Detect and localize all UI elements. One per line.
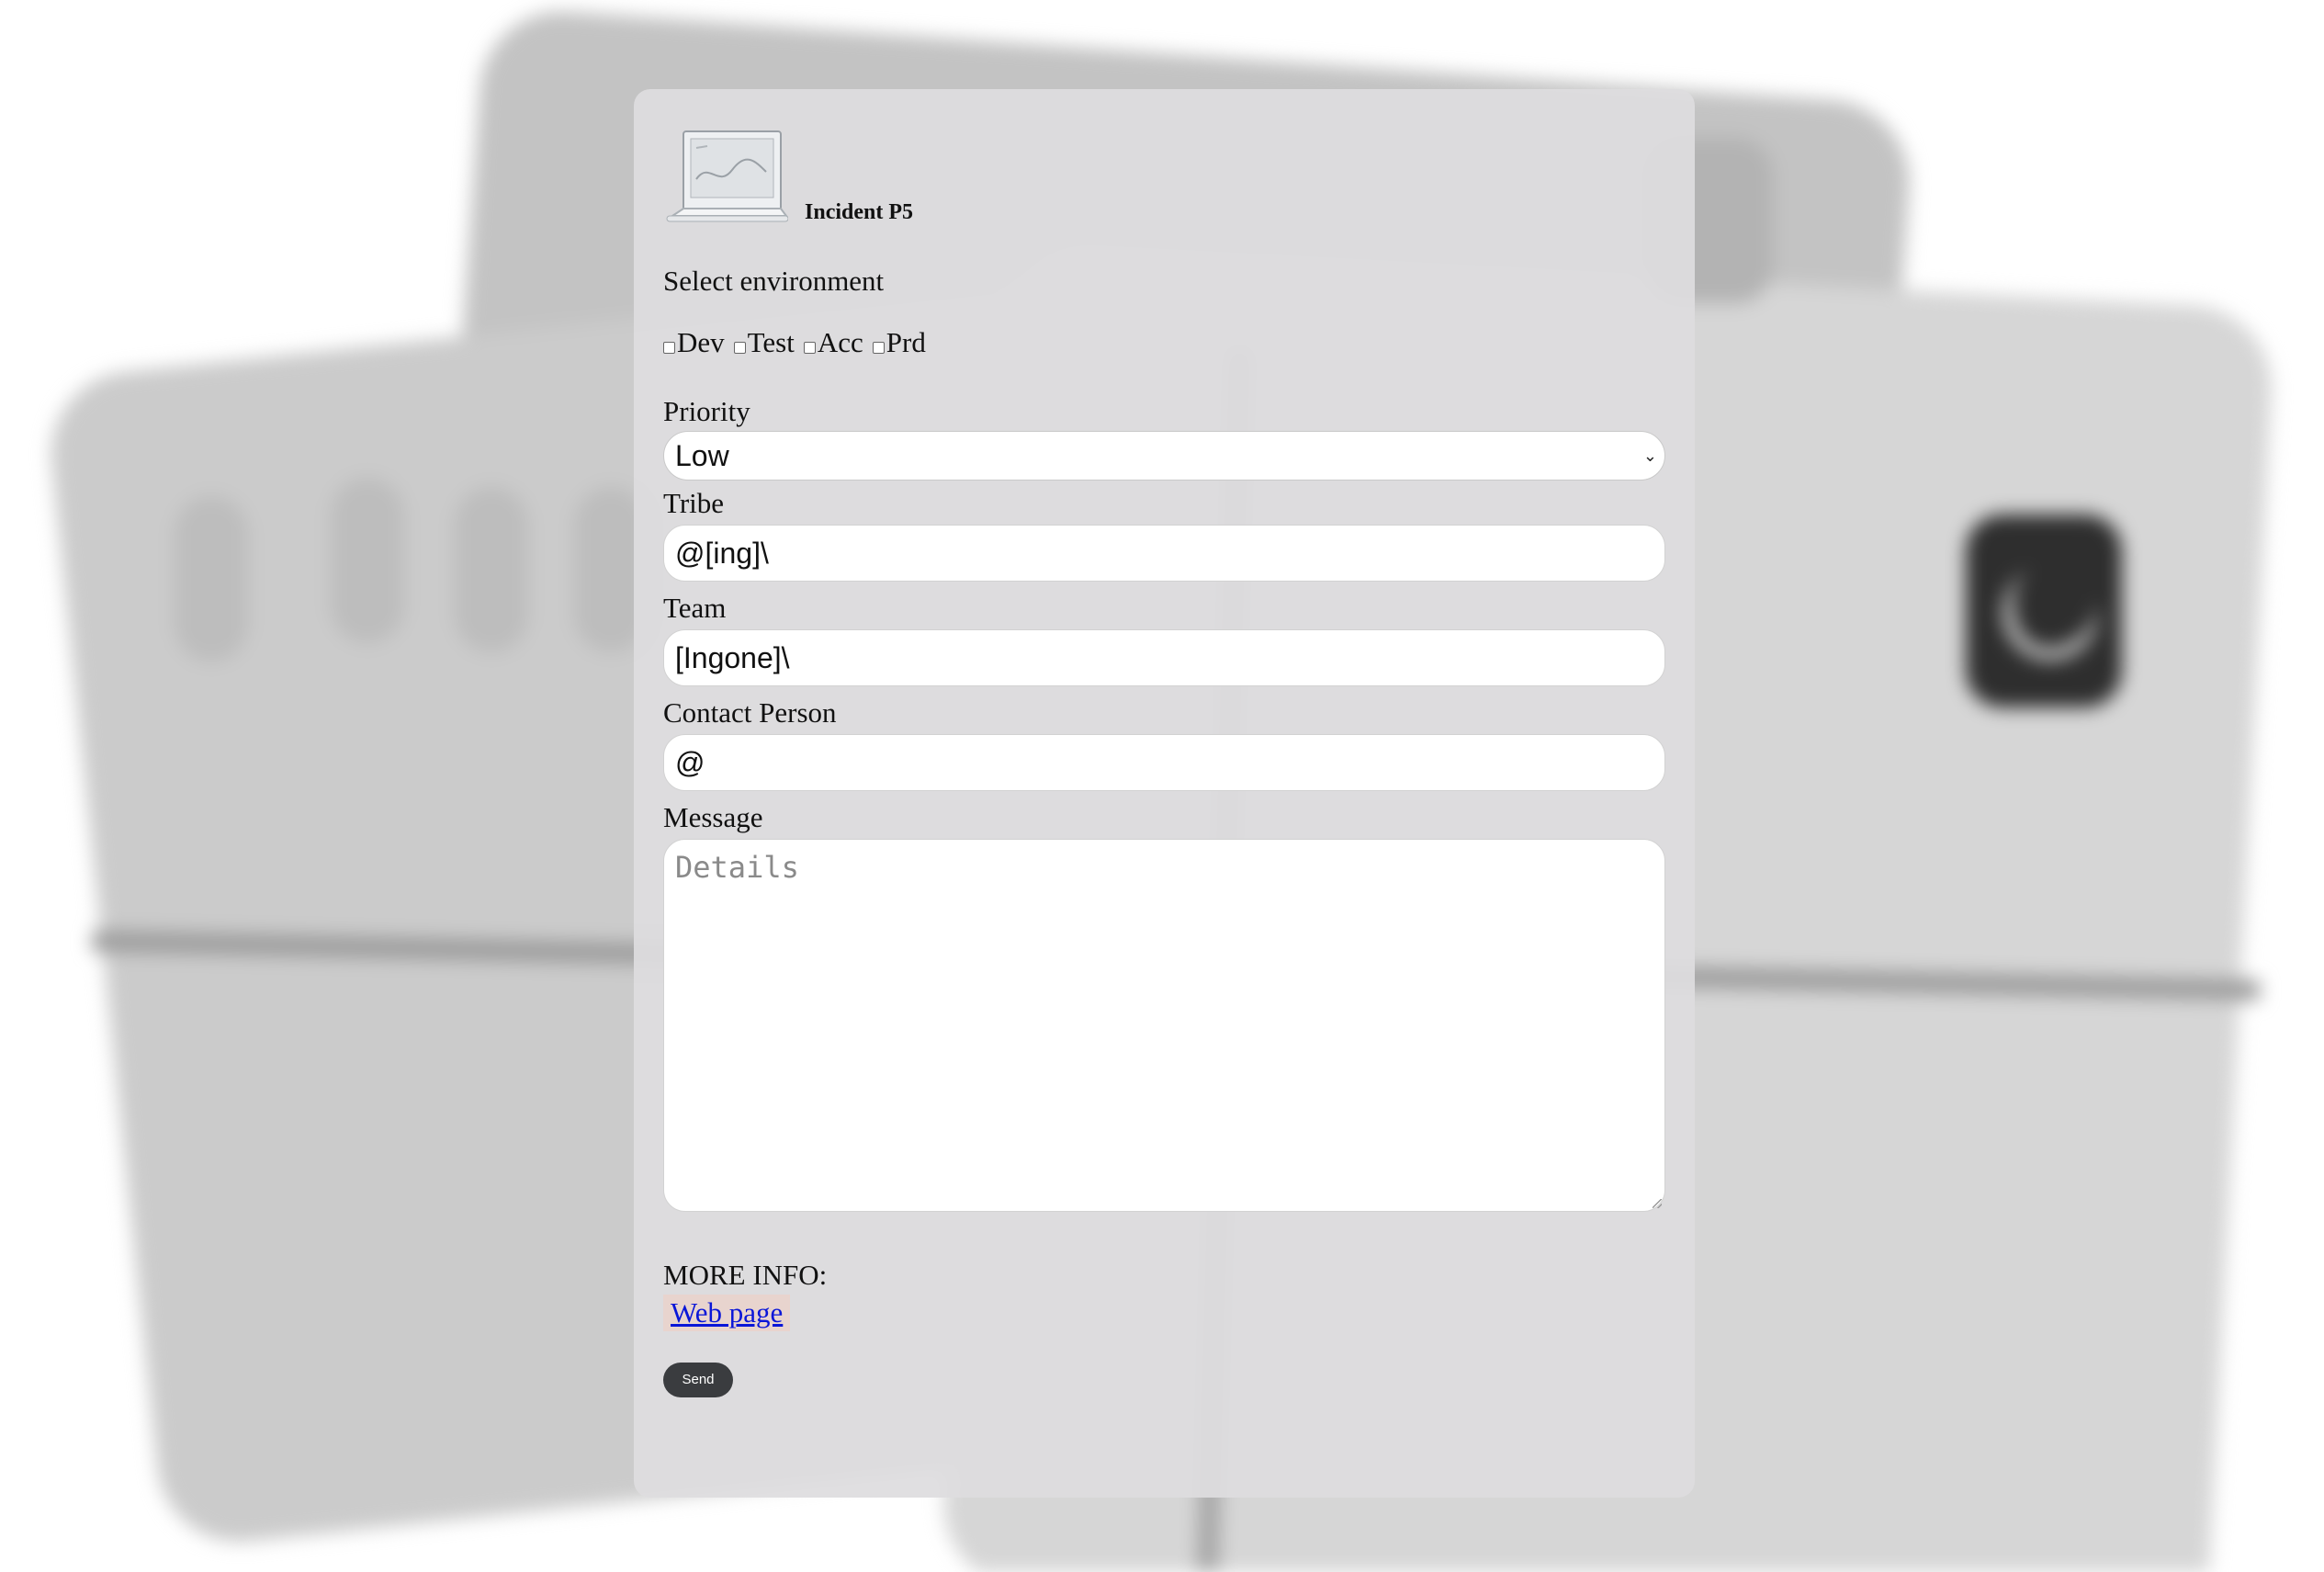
message-textarea[interactable]: Details xyxy=(663,839,1665,1212)
priority-label: Priority xyxy=(663,395,750,427)
more-info-label: MORE INFO: xyxy=(663,1259,828,1291)
contact-person-label: Contact Person xyxy=(663,696,837,729)
background-key xyxy=(175,496,248,662)
message-label: Message xyxy=(663,801,763,833)
checkbox-box[interactable] xyxy=(733,341,746,354)
incident-form-panel: Incident P5 Select environment Dev Test … xyxy=(634,89,1695,1498)
team-input[interactable]: [Ingone]\ xyxy=(663,629,1665,686)
checkbox-prd[interactable]: Prd xyxy=(872,326,926,359)
checkbox-box[interactable] xyxy=(663,341,675,354)
checkbox-acc[interactable]: Acc xyxy=(803,326,863,359)
team-label: Team xyxy=(663,592,727,624)
checkbox-test[interactable]: Test xyxy=(733,326,795,359)
checkbox-label: Dev xyxy=(677,326,725,358)
checkbox-label: Prd xyxy=(886,326,926,358)
form-header: Incident P5 xyxy=(663,124,1665,227)
page-title: Incident P5 xyxy=(805,200,914,224)
checkbox-box[interactable] xyxy=(872,341,885,354)
tribe-label: Tribe xyxy=(663,487,725,519)
chevron-down-icon: ⌄ xyxy=(1642,447,1657,465)
environment-heading: Select environment xyxy=(663,265,885,297)
send-button[interactable]: Send xyxy=(663,1363,733,1397)
priority-selected-value: Low xyxy=(675,439,729,472)
environment-checkboxes: Dev Test Acc Prd xyxy=(663,324,1665,361)
priority-select[interactable]: Low ⌄ xyxy=(663,431,1665,481)
checkbox-dev[interactable]: Dev xyxy=(663,326,725,359)
message-placeholder: Details xyxy=(675,850,799,885)
moon-badge-icon xyxy=(1966,515,2122,707)
background-key xyxy=(455,487,528,652)
resize-handle-icon[interactable] xyxy=(1653,1199,1662,1208)
contact-person-input[interactable]: @ xyxy=(663,734,1665,791)
checkbox-label: Acc xyxy=(817,326,863,358)
checkbox-box[interactable] xyxy=(803,341,816,354)
web-page-link[interactable]: Web page xyxy=(663,1295,791,1331)
checkbox-label: Test xyxy=(747,326,795,358)
background-key xyxy=(331,478,404,643)
tribe-input[interactable]: @[ing]\ xyxy=(663,525,1665,582)
laptop-icon xyxy=(663,124,788,227)
